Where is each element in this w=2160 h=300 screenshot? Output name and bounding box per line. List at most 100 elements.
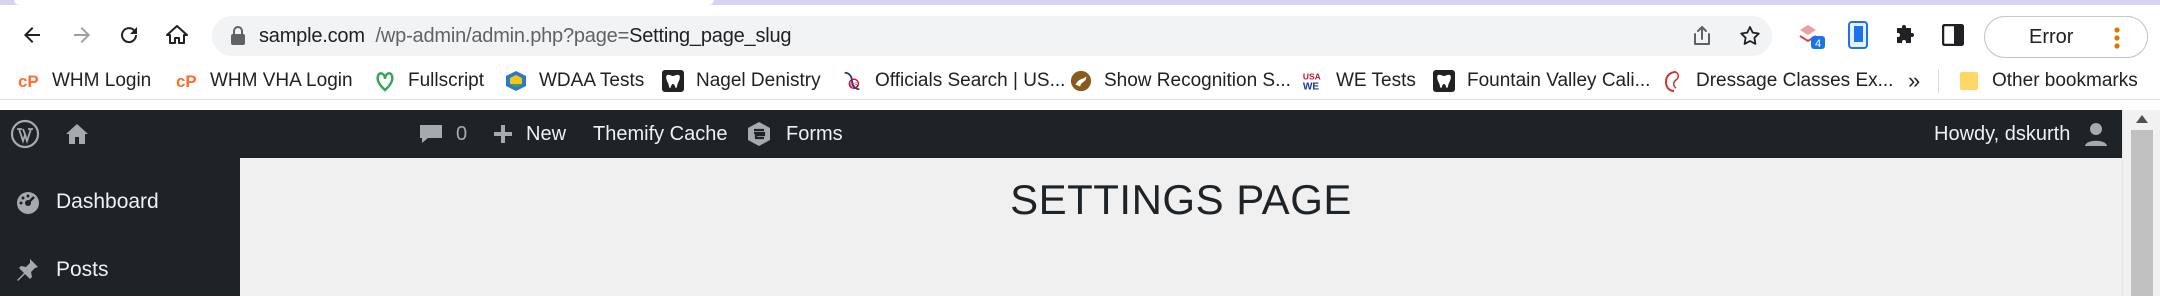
dressage-icon: [1662, 70, 1684, 92]
sidebar-item-label: Posts: [56, 258, 109, 281]
svg-text:cP: cP: [18, 72, 39, 91]
extension-sidebar-button[interactable]: [1842, 19, 1874, 51]
new-label: New: [526, 122, 567, 145]
svg-text:USA: USA: [1303, 71, 1321, 81]
browser-toolbar: sample.com /wp-admin/admin.php?page=Sett…: [0, 5, 2160, 63]
bookmark-show-recognition[interactable]: Show Recognition S...: [1070, 67, 1291, 95]
comments-count: 0: [456, 122, 468, 145]
themify-cache-menu[interactable]: Themify Cache: [593, 110, 728, 158]
overflow-chevron: »: [1908, 68, 1921, 93]
pin-icon: [14, 257, 42, 283]
extension-icon: 4: [1799, 25, 1825, 50]
gravity-forms-icon: [748, 122, 770, 146]
scroll-up-arrow-icon[interactable]: [2135, 114, 2149, 124]
sidebar-item-dashboard[interactable]: Dashboard: [0, 172, 240, 232]
horse-icon: [1070, 70, 1092, 92]
usa-we-icon: USA WE: [1302, 70, 1324, 92]
url-path: /wp-admin/admin.php?page=: [375, 25, 630, 47]
bookmark-label: Officials Search | US...: [875, 70, 1066, 91]
bookmark-officials-search[interactable]: US Officials Search | US...: [841, 67, 1065, 95]
admin-sidebar: Dashboard Posts: [0, 158, 240, 296]
wp-admin-bar: 0 New Themify Cache Forms Howdy, dskurth: [0, 110, 2160, 158]
bookmark-we-tests[interactable]: USA WE WE Tests: [1302, 67, 1416, 95]
back-button[interactable]: [14, 17, 50, 53]
tablet-extension-icon: [1848, 21, 1868, 49]
address-bar[interactable]: sample.com /wp-admin/admin.php?page=Sett…: [212, 16, 1772, 56]
site-home-link[interactable]: [64, 110, 90, 158]
bookmark-label: WHM Login: [52, 70, 152, 91]
bookmark-label: Dressage Classes Ex...: [1696, 70, 1894, 91]
bookmark-label: Fullscript: [408, 70, 485, 91]
home-icon: [66, 124, 88, 144]
forms-label: Forms: [786, 122, 843, 145]
comment-icon: [420, 125, 442, 143]
bookmark-whm-login[interactable]: cP WHM Login: [18, 67, 151, 95]
side-panel-button[interactable]: [1937, 19, 1969, 51]
bookmark-label: Show Recognition S...: [1104, 70, 1291, 91]
svg-text:WE: WE: [1303, 81, 1320, 92]
bookmarks-bar: cP WHM Login cP WHM VHA Login Fullscript…: [0, 63, 2160, 100]
home-icon: [166, 25, 188, 44]
extension-badge: 4: [1815, 38, 1821, 50]
forward-arrow-icon: [74, 27, 90, 43]
sidebar-item-posts[interactable]: Posts: [0, 240, 240, 300]
page-scrollbar[interactable]: [2122, 110, 2160, 296]
url-host: sample.com: [259, 25, 365, 47]
usef-icon: US: [841, 70, 863, 92]
bookmarks-divider: [1938, 69, 1939, 93]
page-title: SETTINGS PAGE: [1010, 176, 1352, 223]
bookmark-label: WHM VHA Login: [210, 70, 353, 91]
reload-button[interactable]: [111, 17, 147, 53]
home-button[interactable]: [159, 17, 195, 53]
forward-button[interactable]: [64, 17, 100, 53]
my-account-menu[interactable]: Howdy, dskurth: [1934, 110, 2108, 158]
main-content: SETTINGS PAGE: [240, 158, 2122, 296]
puzzle-icon: [1897, 25, 1914, 43]
url-text: sample.com /wp-admin/admin.php?page=Sett…: [259, 25, 792, 48]
other-bookmarks-label: Other bookmarks: [1992, 70, 2138, 91]
bookmark-label: Fountain Valley Cali...: [1467, 70, 1651, 91]
bookmark-wdaa-tests[interactable]: WDAA Tests: [505, 67, 644, 95]
comments-link[interactable]: 0: [418, 110, 467, 158]
wp-logo-menu[interactable]: [10, 110, 40, 158]
forms-menu[interactable]: Forms: [746, 110, 843, 158]
bookmarks-overflow-button[interactable]: »: [1908, 67, 1920, 95]
share-icon[interactable]: [1690, 24, 1714, 48]
svg-text:cP: cP: [176, 72, 197, 91]
url-param: Setting_page_slug: [629, 25, 792, 47]
folder-icon: [1958, 70, 1980, 92]
bookmark-whm-vha-login[interactable]: cP WHM VHA Login: [176, 67, 353, 95]
error-label: Error: [2029, 26, 2074, 48]
dashboard-icon: [14, 189, 42, 215]
new-content-menu[interactable]: New: [492, 110, 566, 158]
user-avatar-icon: [2085, 123, 2108, 146]
lock-icon: [231, 26, 245, 45]
greeting-label: Howdy, dskurth: [1934, 122, 2071, 145]
tooth-icon: [662, 70, 684, 92]
plus-icon: [494, 125, 512, 143]
extensions-menu-button[interactable]: [1890, 19, 1922, 51]
wdaa-icon: [505, 70, 527, 92]
extension-todoist-button[interactable]: 4: [1796, 19, 1828, 51]
other-bookmarks-folder[interactable]: Other bookmarks: [1958, 67, 2138, 95]
bookmark-label: WE Tests: [1336, 70, 1416, 91]
back-arrow-icon: [24, 27, 40, 43]
bookmark-label: Nagel Denistry: [696, 70, 821, 91]
cpanel-icon: cP: [18, 70, 40, 92]
bookmark-star-icon[interactable]: [1738, 24, 1762, 48]
svg-text:US: US: [850, 83, 858, 89]
side-panel-icon: [1942, 24, 1964, 46]
more-vert-icon: [2114, 27, 2120, 49]
tooth-icon: [1433, 70, 1455, 92]
error-chip[interactable]: Error: [1984, 16, 2148, 58]
scrollbar-thumb[interactable]: [2131, 130, 2153, 296]
fullscript-icon: [374, 70, 396, 92]
bookmark-dressage-classes[interactable]: Dressage Classes Ex...: [1662, 67, 1893, 95]
bookmark-fountain-valley[interactable]: Fountain Valley Cali...: [1433, 67, 1650, 95]
bookmark-fullscript[interactable]: Fullscript: [374, 67, 484, 95]
bookmark-nagel-denistry[interactable]: Nagel Denistry: [662, 67, 821, 95]
sidebar-item-label: Dashboard: [56, 190, 159, 213]
wordpress-icon: [10, 119, 40, 149]
reload-icon: [121, 27, 138, 44]
cpanel-icon: cP: [176, 70, 198, 92]
